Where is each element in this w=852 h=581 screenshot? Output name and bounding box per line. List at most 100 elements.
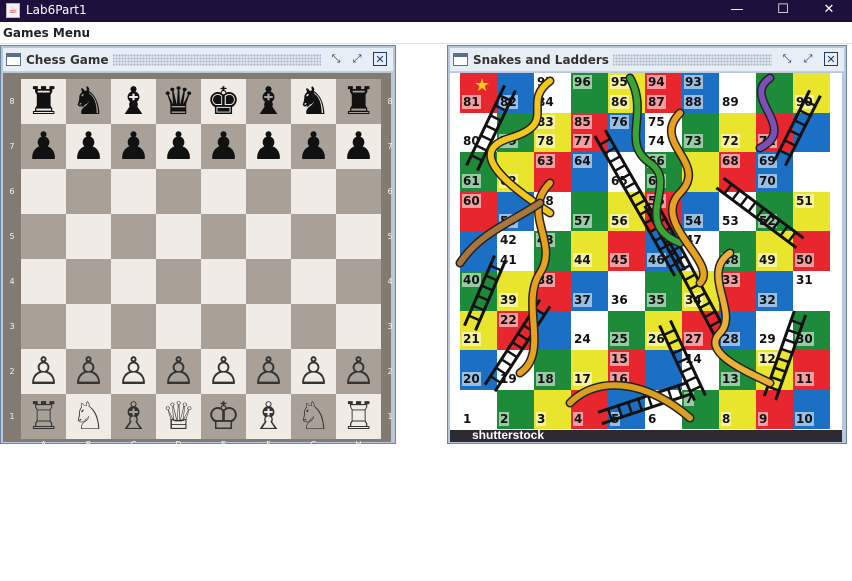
chess-square[interactable] xyxy=(111,169,156,214)
chess-square[interactable] xyxy=(201,214,246,259)
snakes-frame-title: Snakes and Ladders xyxy=(473,53,613,67)
maximize-icon[interactable]: ⤢ xyxy=(350,52,364,66)
java-icon: ☕ xyxy=(6,3,20,18)
chess-piece[interactable]: ♘ xyxy=(291,394,336,439)
chess-piece[interactable]: ♟ xyxy=(246,124,291,169)
chess-square[interactable] xyxy=(201,259,246,304)
rank-label: 8 xyxy=(387,97,393,106)
chess-square[interactable] xyxy=(156,214,201,259)
iconify-icon[interactable]: ⤡ xyxy=(329,52,343,66)
iconify-icon[interactable]: ⤡ xyxy=(780,52,794,66)
chess-piece[interactable]: ♛ xyxy=(156,79,201,124)
close-button[interactable]: ✕ xyxy=(806,0,852,22)
chess-piece[interactable]: ♟ xyxy=(21,124,66,169)
chess-piece[interactable]: ♟ xyxy=(336,124,381,169)
chess-square[interactable] xyxy=(156,304,201,349)
chess-piece[interactable]: ♖ xyxy=(21,394,66,439)
chess-piece[interactable]: ♙ xyxy=(291,349,336,394)
chess-piece[interactable]: ♟ xyxy=(156,124,201,169)
chess-piece[interactable]: ♚ xyxy=(201,79,246,124)
chess-piece[interactable]: ♟ xyxy=(201,124,246,169)
title-grip xyxy=(103,54,321,66)
chess-piece[interactable]: ♝ xyxy=(246,79,291,124)
rank-label: 5 xyxy=(387,232,393,241)
close-icon[interactable]: ✕ xyxy=(373,52,387,66)
chess-square[interactable] xyxy=(201,304,246,349)
chess-square[interactable] xyxy=(336,304,381,349)
ladder xyxy=(773,89,822,167)
chess-square[interactable] xyxy=(21,304,66,349)
chess-piece[interactable]: ♝ xyxy=(111,79,156,124)
chess-piece[interactable]: ♗ xyxy=(111,394,156,439)
chess-frame[interactable]: Chess Game ⤡ ⤢ ✕ ♜ ♞ ♝ ♛ ♚ ♝ ♞ ♜ 8 8 ♟ ♟ ♟ ♟ ♟ ♟ ♟ ♟ 7 7 6 6 5… xyxy=(0,45,396,449)
chess-square[interactable] xyxy=(336,259,381,304)
chess-piece[interactable]: ♟ xyxy=(111,124,156,169)
chess-piece[interactable]: ♟ xyxy=(291,124,336,169)
chess-piece[interactable]: ♘ xyxy=(66,394,111,439)
chess-frame-title: Chess Game xyxy=(26,53,113,67)
chess-square[interactable] xyxy=(291,169,336,214)
maximize-icon[interactable]: ⤢ xyxy=(801,52,815,66)
chess-square[interactable] xyxy=(66,214,111,259)
close-icon[interactable]: ✕ xyxy=(824,52,838,66)
file-label: C xyxy=(130,440,137,449)
minimize-button[interactable]: — xyxy=(714,0,760,22)
chess-square[interactable] xyxy=(111,259,156,304)
chess-square[interactable] xyxy=(336,169,381,214)
rank-label: 2 xyxy=(387,367,393,376)
chess-square[interactable] xyxy=(291,259,336,304)
chess-square[interactable] xyxy=(21,169,66,214)
chess-square[interactable] xyxy=(66,304,111,349)
snake xyxy=(455,198,545,268)
frame-icon xyxy=(6,53,21,66)
chess-piece[interactable]: ♙ xyxy=(21,349,66,394)
chess-piece[interactable]: ♖ xyxy=(336,394,381,439)
chess-square[interactable] xyxy=(21,259,66,304)
watermark-text: shutterstock xyxy=(472,428,545,442)
chess-piece[interactable]: ♗ xyxy=(246,394,291,439)
chess-square[interactable] xyxy=(246,259,291,304)
title-grip xyxy=(600,54,772,66)
chess-piece[interactable]: ♕ xyxy=(156,394,201,439)
chess-square[interactable] xyxy=(111,304,156,349)
snakes-ladders-art: ★ xyxy=(455,73,822,426)
chess-piece[interactable]: ♞ xyxy=(66,79,111,124)
chess-board[interactable]: ♜ ♞ ♝ ♛ ♚ ♝ ♞ ♜ 8 8 ♟ ♟ ♟ ♟ ♟ ♟ ♟ ♟ 7 7 6 6 5 5 4 4 3 3 ♙ ♙ ♙ ♙ ♙ ♙ ♙ ♙ 2 2 ♖ ♘… xyxy=(3,73,393,449)
chess-square[interactable] xyxy=(66,169,111,214)
chess-frame-header[interactable]: Chess Game ⤡ ⤢ ✕ xyxy=(3,48,393,72)
menu-games[interactable]: Games Menu xyxy=(3,26,90,40)
maximize-button[interactable]: ☐ xyxy=(760,0,806,22)
file-label: E xyxy=(220,440,227,449)
chess-piece[interactable]: ♙ xyxy=(111,349,156,394)
chess-square[interactable] xyxy=(291,214,336,259)
chess-piece[interactable]: ♙ xyxy=(336,349,381,394)
chess-square[interactable] xyxy=(156,169,201,214)
chess-square[interactable] xyxy=(111,214,156,259)
rank-label: 1 xyxy=(387,412,393,421)
chess-square[interactable] xyxy=(291,304,336,349)
chess-square[interactable] xyxy=(201,169,246,214)
chess-piece[interactable]: ♙ xyxy=(66,349,111,394)
chess-square[interactable] xyxy=(21,214,66,259)
board-footer: shutterstock xyxy=(450,428,842,442)
chess-square[interactable] xyxy=(156,259,201,304)
chess-piece[interactable]: ♜ xyxy=(21,79,66,124)
file-label: H xyxy=(355,440,362,449)
snakes-frame-header[interactable]: Snakes and Ladders ⤡ ⤢ ✕ xyxy=(450,48,844,72)
chess-piece[interactable]: ♜ xyxy=(336,79,381,124)
chess-piece[interactable]: ♙ xyxy=(156,349,201,394)
chess-piece[interactable]: ♙ xyxy=(246,349,291,394)
chess-piece[interactable]: ♔ xyxy=(201,394,246,439)
snakes-frame[interactable]: Snakes and Ladders ⤡ ⤢ ✕ shutterstock 97… xyxy=(447,45,847,444)
chess-square[interactable] xyxy=(336,214,381,259)
snakes-board[interactable]: shutterstock 979695949381828486878889908… xyxy=(450,73,842,442)
chess-square[interactable] xyxy=(246,169,291,214)
chess-piece[interactable]: ♙ xyxy=(201,349,246,394)
chess-square[interactable] xyxy=(246,304,291,349)
chess-square[interactable] xyxy=(246,214,291,259)
chess-piece[interactable]: ♟ xyxy=(66,124,111,169)
chess-piece[interactable]: ♞ xyxy=(291,79,336,124)
ladder xyxy=(715,176,805,250)
rank-label: 4 xyxy=(387,277,393,286)
chess-square[interactable] xyxy=(66,259,111,304)
